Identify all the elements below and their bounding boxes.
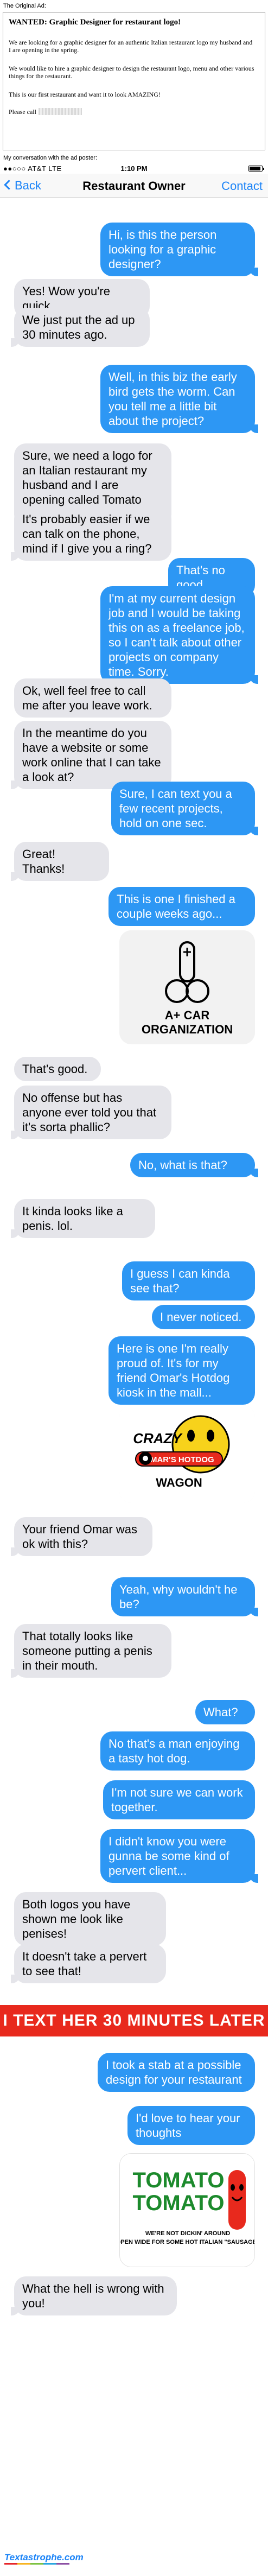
ad-paragraph: Please call <box>9 108 256 116</box>
tomato-logo-line1: TOMATO <box>133 2168 225 2192</box>
nav-bar: Back Restaurant Owner Contact <box>0 174 268 198</box>
message-bubble-sent: I'm at my current design job and I would… <box>100 586 258 684</box>
message-bubble-sent: Well, in this biz the early bird gets th… <box>100 365 258 433</box>
message-bubble-received: That's good. <box>14 1057 101 1081</box>
car-logo-graphic: A+ CAR ORGANIZATION <box>119 930 255 1044</box>
tomato-logo-line2: TOMATO <box>133 2191 225 2215</box>
tomato-logo-tagline2: OPEN WIDE FOR SOME HOT ITALIAN "SAUSAGE" <box>120 2239 255 2245</box>
ad-box: WANTED: Graphic Designer for restaurant … <box>3 12 265 150</box>
hotdog-logo-bottom: WAGON <box>156 1476 202 1489</box>
car-logo-line2: ORGANIZATION <box>142 1023 233 1036</box>
redacted-phone-number <box>38 108 82 115</box>
phone-screen: ●●○○○ AT&T LTE 1:10 PM Back Restaurant O… <box>0 163 268 2565</box>
message-bubble-received: Both logos you have shown me look like p… <box>14 1892 166 1946</box>
hotdog-logo-middle: OMAR'S HOTDOG <box>144 1455 214 1464</box>
time-skip-banner: I TEXT HER 30 MINUTES LATER <box>0 2005 268 2036</box>
message-bubble-received: What the hell is wrong with you! <box>11 2276 177 2315</box>
status-bar: ●●○○○ AT&T LTE 1:10 PM <box>0 163 268 174</box>
message-bubble-received: That totally looks like someone putting … <box>11 1624 171 1678</box>
message-bubble-sent: I took a stab at a possible design for y… <box>98 2053 255 2092</box>
message-bubble-received: It's probably easier if we can talk on t… <box>11 507 171 561</box>
hotdog-logo-top: CRAZY <box>133 1430 183 1446</box>
ad-call-text: Please call <box>9 108 36 116</box>
message-bubble-sent: This is one I finished a couple weeks ag… <box>109 887 255 926</box>
ad-paragraph: We are looking for a graphic designer fo… <box>9 39 253 54</box>
message-bubble-sent: I never noticed. <box>152 1305 255 1329</box>
ad-label: The Original Ad: <box>3 3 46 9</box>
car-logo-line1: A+ CAR <box>165 1008 210 1022</box>
message-bubble-sent: I'd love to hear your thoughts <box>127 2106 255 2145</box>
message-bubble-sent: Here is one I'm really proud of. It's fo… <box>109 1336 255 1405</box>
ad-headline: WANTED: Graphic Designer for restaurant … <box>9 18 181 27</box>
watermark-logo: Textastrophe.com <box>4 2552 84 2565</box>
message-bubble-received: Your friend Omar was ok with this? <box>11 1517 152 1556</box>
conversation-label: My conversation with the ad poster: <box>3 155 98 161</box>
message-bubble-received: No offense but has anyone ever told you … <box>11 1086 171 1139</box>
tomato-logo-image[interactable]: TOMATO TOMATO WE'RE NOT DICKIN' AROUND O… <box>119 2153 255 2267</box>
tomato-logo-graphic: TOMATO TOMATO WE'RE NOT DICKIN' AROUND O… <box>120 2154 255 2267</box>
message-bubble-received: Ok, well feel free to call me after you … <box>14 678 171 718</box>
message-bubble-received: Great! Thanks! <box>11 842 109 881</box>
message-bubble-sent: No that's a man enjoying a tasty hot dog… <box>100 1731 255 1771</box>
status-time: 1:10 PM <box>120 164 148 173</box>
contact-button[interactable]: Contact <box>221 179 263 193</box>
ad-paragraph: This is our first restaurant and want it… <box>9 91 161 98</box>
hotdog-logo-image[interactable]: OMAR'S HOTDOG CRAZY WAGON <box>119 1405 255 1503</box>
car-logo-image[interactable]: A+ CAR ORGANIZATION <box>119 930 255 1044</box>
message-bubble-sent: What? <box>195 1700 255 1724</box>
ad-paragraph: We would like to hire a graphic designer… <box>9 65 254 80</box>
message-bubble-received: It kinda looks like a penis. lol. <box>11 1199 155 1238</box>
message-bubble-sent: No, what is that? <box>130 1153 258 1177</box>
battery-icon <box>248 166 264 172</box>
message-bubble-received: We just put the ad up 30 minutes ago. <box>11 308 150 347</box>
message-bubble-sent: I'm not sure we can work together. <box>103 1780 255 1819</box>
message-bubble-sent: I didn't know you were gunna be some kin… <box>100 1829 258 1883</box>
message-bubble-received: It doesn't take a pervert to see that! <box>11 1944 166 1983</box>
message-bubble-sent: Sure, I can text you a few recent projec… <box>111 782 258 835</box>
tomato-logo-tagline1: WE'RE NOT DICKIN' AROUND <box>145 2230 230 2237</box>
message-bubble-sent: Yeah, why wouldn't he be? <box>111 1577 258 1616</box>
message-bubble-received: In the meantime do you have a website or… <box>11 721 171 789</box>
message-bubble-sent: I guess I can kinda see that? <box>122 1261 255 1300</box>
hotdog-logo-graphic: OMAR'S HOTDOG CRAZY WAGON <box>119 1405 255 1503</box>
message-bubble-sent: Hi, is this the person looking for a gra… <box>100 223 258 276</box>
